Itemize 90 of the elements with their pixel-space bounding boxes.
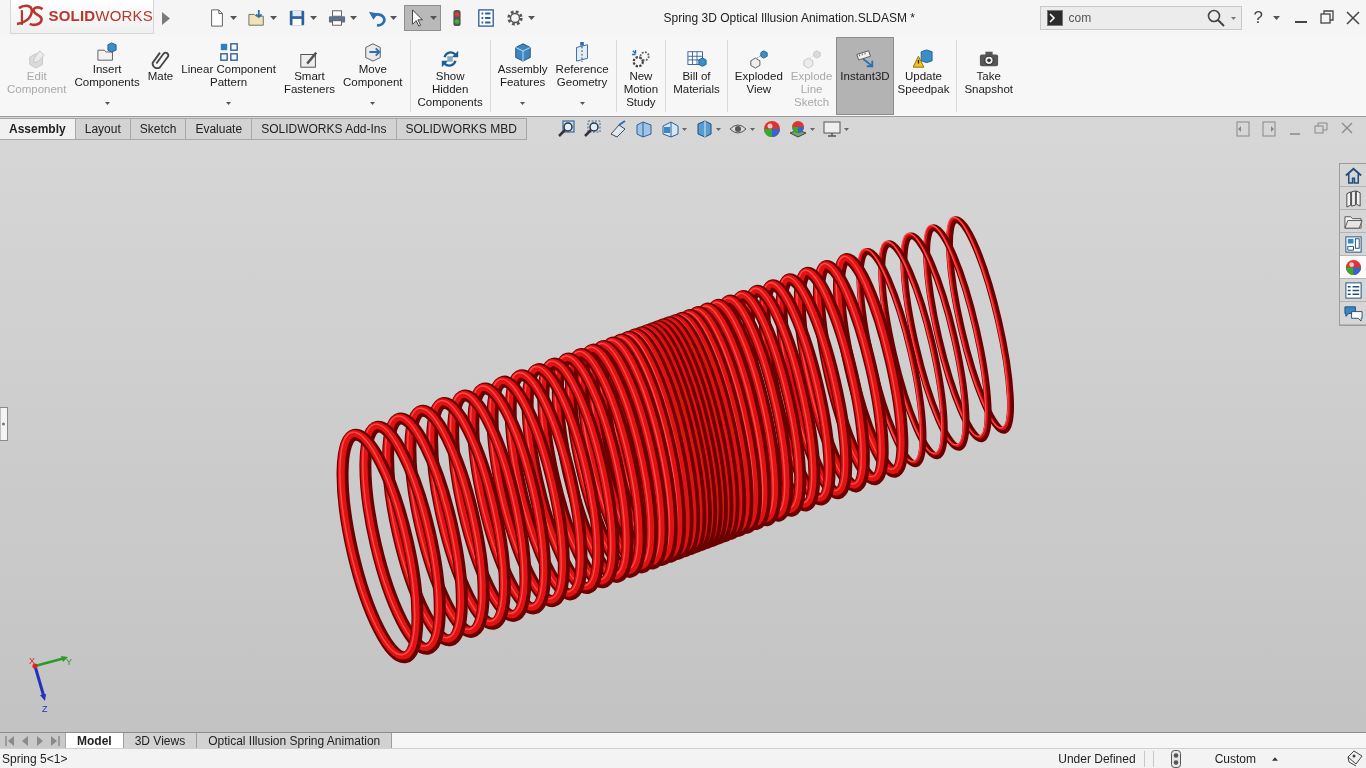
toolbar-button[interactable]: Smart Fasteners xyxy=(279,37,340,115)
task-pane-tab[interactable] xyxy=(1340,233,1366,256)
axis-label: Y xyxy=(66,657,72,667)
tag-icon[interactable] xyxy=(1346,750,1363,767)
caret-down-icon[interactable] xyxy=(1230,16,1236,20)
help-button[interactable]: ? xyxy=(1251,8,1265,28)
tab[interactable]: Sketch xyxy=(130,118,187,140)
open-folder-icon xyxy=(248,9,266,27)
tab[interactable]: Layout xyxy=(75,118,131,140)
caret-down-icon[interactable] xyxy=(749,127,755,131)
caret-down-icon[interactable] xyxy=(843,127,849,131)
axis-label: Z xyxy=(42,704,48,714)
window-title: Spring 3D Optical Illusion Animation.SLDASM * xyxy=(663,10,915,27)
status-text: Under Defined xyxy=(1058,750,1136,768)
books-icon xyxy=(1343,188,1363,208)
box-pencil-icon xyxy=(299,49,320,69)
task-pane-tab[interactable] xyxy=(1340,279,1366,302)
color-ball-icon[interactable] xyxy=(762,120,781,138)
save-icon xyxy=(288,9,306,27)
toolbar-button[interactable]: Insert Components xyxy=(70,37,144,115)
cycle-arrows-icon xyxy=(440,49,461,69)
chat-icon xyxy=(1343,303,1363,323)
toolbar-button[interactable]: Show Hidden Components xyxy=(413,37,487,115)
document-icon xyxy=(208,9,226,27)
layout-panels-icon xyxy=(1343,234,1363,254)
linked-hexagons-icon xyxy=(801,49,822,69)
warning-cube-icon xyxy=(913,49,934,69)
toolbar-button[interactable] xyxy=(404,5,441,31)
toolbar-button[interactable]: New Motion Study xyxy=(619,37,663,115)
toolbar-button[interactable]: Assembly Features xyxy=(493,37,552,115)
list-icon xyxy=(477,9,495,27)
dotted-gears-icon xyxy=(630,49,651,69)
task-pane-tab[interactable] xyxy=(1340,256,1366,279)
caret-up-icon xyxy=(1272,756,1278,761)
caret-down-icon[interactable] xyxy=(681,127,687,131)
tab[interactable]: Assembly xyxy=(0,118,76,140)
task-pane-tab[interactable] xyxy=(1340,187,1366,210)
tab[interactable]: Optical Illusion Spring Animation xyxy=(197,733,393,748)
list-icon xyxy=(1343,280,1363,300)
ball-on-floor-icon[interactable] xyxy=(788,120,807,138)
traffic-light-icon[interactable] xyxy=(1170,749,1181,768)
cube-arrow-icon xyxy=(362,42,383,62)
toolbar-button[interactable]: Linear Component Pattern xyxy=(177,37,280,115)
caret-down-icon[interactable] xyxy=(715,127,721,131)
printer-icon xyxy=(328,9,346,27)
settings-icon xyxy=(506,9,524,27)
monitor-icon[interactable] xyxy=(822,120,841,138)
units-button[interactable]: Custom xyxy=(1210,749,1282,768)
toolbar-button[interactable]: Reference Geometry xyxy=(551,37,613,115)
caret-down-icon[interactable] xyxy=(809,127,815,131)
logo-text: SOLIDWORKS xyxy=(48,6,153,27)
toolbar-button[interactable]: Bill of Materials xyxy=(669,37,724,115)
tab[interactable]: 3D Views xyxy=(123,733,198,748)
undo-icon xyxy=(368,9,386,27)
cube-icon[interactable] xyxy=(660,120,679,138)
toolbar-button[interactable]: Move Component xyxy=(339,37,407,115)
toolbar-button[interactable]: Exploded View xyxy=(730,37,787,115)
search-icon[interactable] xyxy=(1206,9,1225,27)
block-pencil-icon xyxy=(26,49,47,69)
tab[interactable]: Model xyxy=(66,733,124,748)
camera-icon xyxy=(978,49,999,69)
cube-icon xyxy=(512,42,533,62)
tab[interactable]: Evaluate xyxy=(186,118,253,140)
axis-label: X xyxy=(29,656,35,666)
terminal-icon xyxy=(1046,10,1063,26)
side-handle-icon[interactable] xyxy=(0,407,8,441)
pencil-icon[interactable] xyxy=(608,120,627,138)
shaded-cube-icon[interactable] xyxy=(694,120,713,138)
toolbar-button[interactable]: Update Speedpak xyxy=(893,37,954,115)
paperclip-icon xyxy=(150,49,171,69)
selection-text: Spring 5<1> xyxy=(2,750,68,768)
grid-squares-icon xyxy=(218,42,239,62)
tab[interactable]: SOLIDWORKS MBD xyxy=(396,118,527,140)
color-ball-icon xyxy=(1343,257,1363,277)
toolbar-button[interactable]: Mate xyxy=(143,37,178,115)
folder-cube-icon xyxy=(97,42,118,62)
ruler-arrow-icon xyxy=(854,49,875,69)
caret-down-icon[interactable] xyxy=(1273,16,1280,20)
split-cube-icon[interactable] xyxy=(634,120,653,138)
table-cube-icon xyxy=(686,49,707,69)
toolbar-button[interactable]: Take Snapshot xyxy=(960,37,1017,115)
linked-hexagons-icon xyxy=(748,49,769,69)
toolbar-button[interactable]: Instant3D xyxy=(836,37,894,115)
home-icon xyxy=(1343,165,1363,185)
expand-arrow-icon[interactable] xyxy=(162,11,170,25)
zoom-fit-icon[interactable] xyxy=(556,120,575,138)
search-field[interactable]: com xyxy=(1068,9,1201,27)
search-bar[interactable]: com xyxy=(1039,6,1242,30)
zoom-area-icon[interactable] xyxy=(582,120,601,138)
tab[interactable]: SOLIDWORKS Add-Ins xyxy=(252,118,397,140)
